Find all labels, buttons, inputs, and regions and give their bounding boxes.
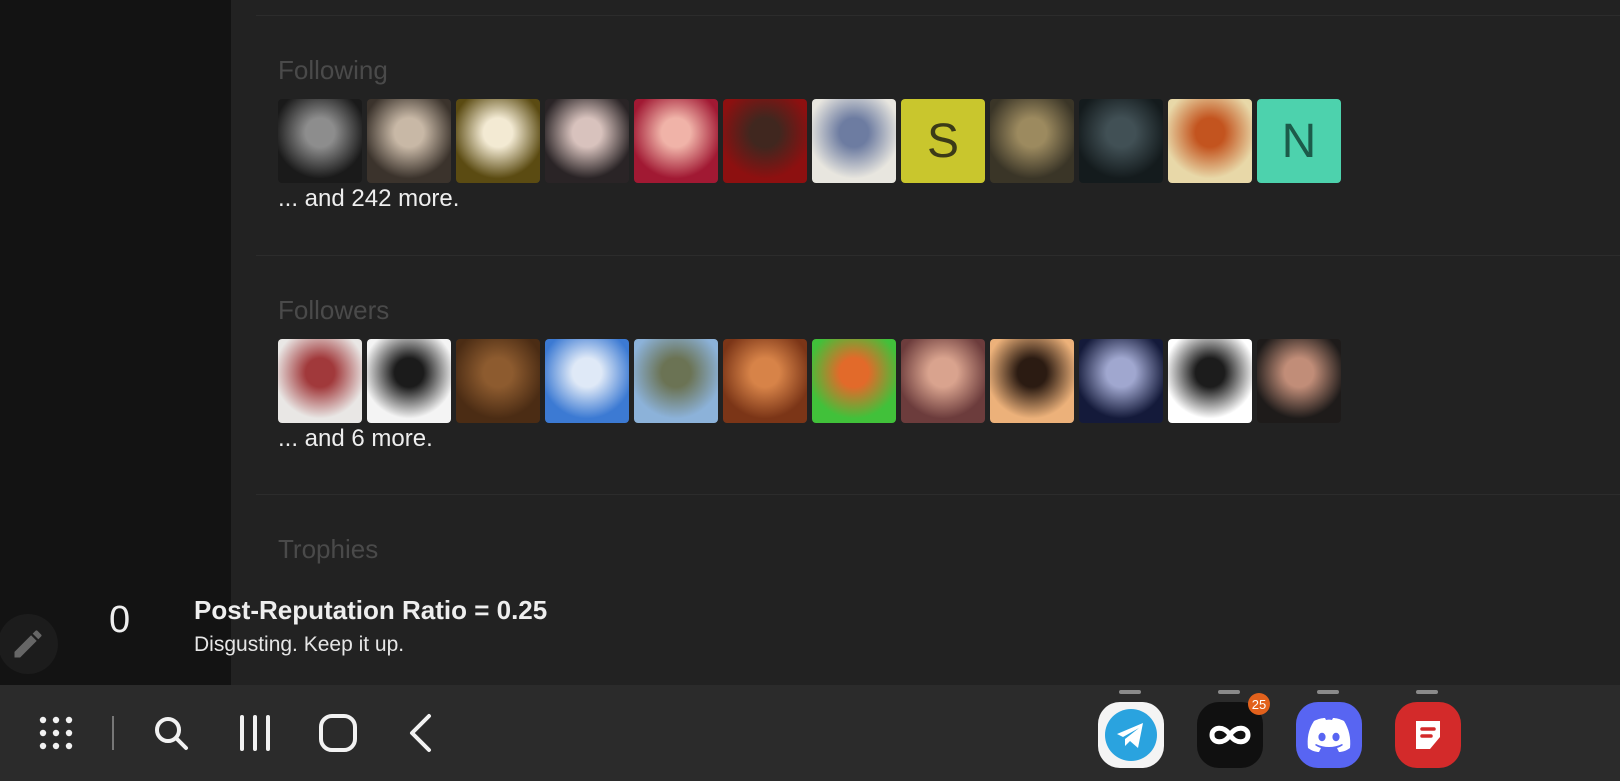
avatar-20[interactable]	[901, 339, 985, 423]
profile-main: Following SN ... and 242 more. Followers…	[231, 0, 1620, 685]
home-button[interactable]	[312, 685, 364, 781]
avatar-5[interactable]	[634, 99, 718, 183]
avatar-9[interactable]	[990, 99, 1074, 183]
dock-indicator	[1119, 690, 1141, 694]
back-button[interactable]	[398, 685, 442, 781]
recent-apps-icon	[240, 715, 270, 751]
divider	[256, 255, 1620, 256]
avatar-21[interactable]	[990, 339, 1074, 423]
apps-grid-button[interactable]	[34, 685, 78, 781]
edit-button[interactable]	[0, 614, 58, 674]
avatar-14[interactable]	[367, 339, 451, 423]
notes-icon	[1416, 721, 1440, 749]
recent-apps-button[interactable]	[230, 685, 280, 781]
trophy-count: 0	[109, 599, 131, 641]
avatar-8[interactable]: S	[901, 99, 985, 183]
threads-icon	[1209, 725, 1251, 745]
left-sidebar	[0, 0, 231, 685]
following-more-link[interactable]: ... and 242 more.	[278, 185, 459, 213]
avatar-1[interactable]	[278, 99, 362, 183]
avatar-7[interactable]	[812, 99, 896, 183]
followers-avatars	[278, 339, 1341, 423]
back-icon	[410, 714, 431, 752]
avatar-4[interactable]	[545, 99, 629, 183]
avatar-13[interactable]	[278, 339, 362, 423]
trophy-name: Post-Reputation Ratio = 0.25	[194, 595, 548, 625]
avatar-19[interactable]	[812, 339, 896, 423]
discord-icon	[1307, 718, 1351, 752]
avatar-10[interactable]	[1079, 99, 1163, 183]
avatar-11[interactable]	[1168, 99, 1252, 183]
trophy-description: Disgusting. Keep it up.	[194, 633, 405, 656]
avatar-17[interactable]	[634, 339, 718, 423]
trophies-title: Trophies	[278, 534, 379, 564]
notification-badge: 25	[1248, 693, 1270, 715]
followers-more-link[interactable]: ... and 6 more.	[278, 425, 433, 453]
avatar-15[interactable]	[456, 339, 540, 423]
dock-indicator	[1416, 690, 1438, 694]
avatar-18[interactable]	[723, 339, 807, 423]
avatar-12[interactable]: N	[1257, 99, 1341, 183]
followers-title: Followers	[278, 295, 390, 325]
avatar-16[interactable]	[545, 339, 629, 423]
apps-grid-icon	[39, 716, 73, 750]
telegram-icon	[1105, 709, 1157, 761]
following-avatars: SN	[278, 99, 1341, 183]
avatar-23[interactable]	[1168, 339, 1252, 423]
pencil-icon	[14, 630, 42, 658]
taskbar	[0, 685, 1620, 781]
dock-indicator	[1218, 690, 1240, 694]
search-button[interactable]	[146, 685, 196, 781]
notes-app[interactable]	[1395, 702, 1461, 768]
following-title: Following	[278, 55, 388, 85]
divider	[256, 494, 1620, 495]
telegram-app[interactable]	[1098, 702, 1164, 768]
dock-indicator	[1317, 690, 1339, 694]
avatar-6[interactable]	[723, 99, 807, 183]
avatar-3[interactable]	[456, 99, 540, 183]
divider	[256, 15, 1620, 16]
avatar-24[interactable]	[1257, 339, 1341, 423]
avatar-2[interactable]	[367, 99, 451, 183]
taskbar-separator	[112, 716, 114, 750]
discord-app[interactable]	[1296, 702, 1362, 768]
home-icon	[319, 714, 357, 752]
avatar-22[interactable]	[1079, 339, 1163, 423]
search-icon	[155, 717, 188, 750]
